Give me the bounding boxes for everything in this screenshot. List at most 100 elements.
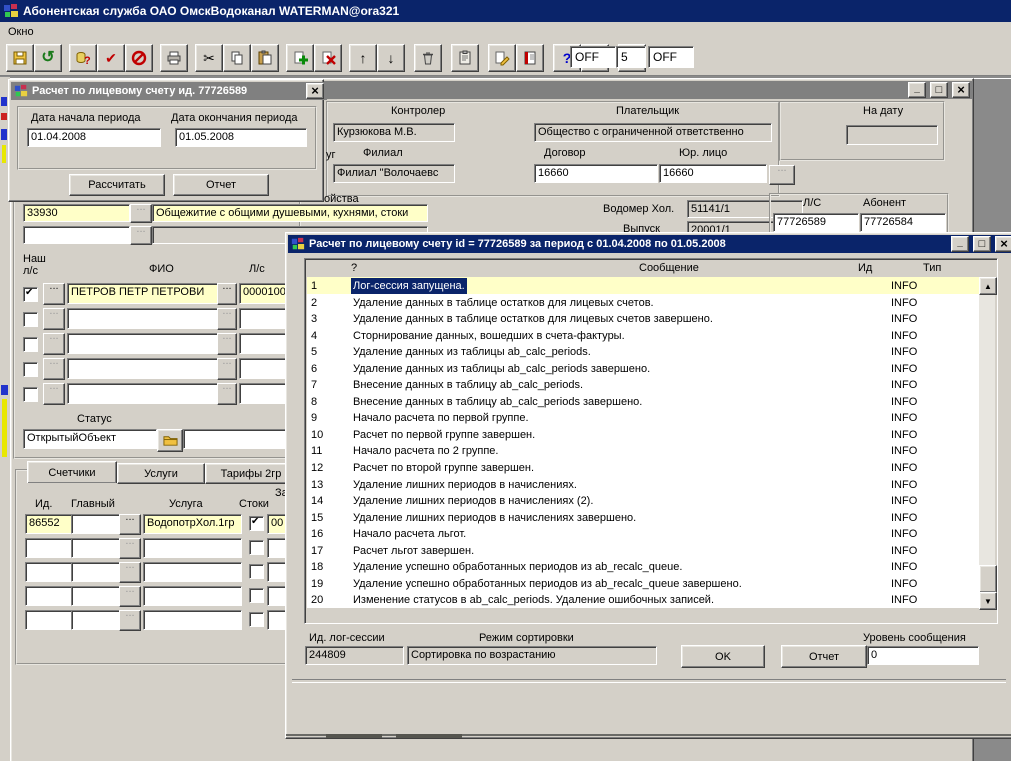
meter-main-field[interactable] bbox=[71, 610, 120, 630]
drains-checkbox[interactable] bbox=[249, 564, 264, 579]
person-fio-field[interactable]: ПЕТРОВ ПЕТР ПЕТРОВИ bbox=[67, 283, 220, 304]
drains-checkbox[interactable] bbox=[249, 516, 264, 531]
cancel-button[interactable] bbox=[125, 44, 153, 72]
on-date-field[interactable] bbox=[846, 125, 938, 145]
entity-field[interactable]: 16660 bbox=[659, 164, 767, 183]
person-lookup-button[interactable] bbox=[43, 308, 65, 330]
delete-record-button[interactable] bbox=[314, 44, 342, 72]
our-ls-checkbox[interactable] bbox=[23, 287, 38, 302]
log-row[interactable]: 7 Внесение данных в таблицу ab_calc_peri… bbox=[307, 376, 979, 393]
column-header-q[interactable]: ? bbox=[351, 262, 357, 274]
person-row[interactable] bbox=[21, 382, 321, 407]
log-row[interactable]: 1 Лог-сессия запущена. INFO bbox=[307, 277, 979, 294]
edit-button[interactable] bbox=[488, 44, 516, 72]
log-close-button[interactable] bbox=[995, 236, 1011, 252]
meter-row[interactable] bbox=[21, 561, 311, 585]
log-scrollbar[interactable]: ▲ ▼ bbox=[979, 277, 995, 608]
log-row[interactable]: 16 Начало расчета льгот. INFO bbox=[307, 525, 979, 542]
scroll-up-button[interactable]: ▲ bbox=[979, 277, 997, 295]
message-level-field[interactable]: 0 bbox=[867, 646, 979, 665]
log-row[interactable]: 12 Расчет по второй группе завершен. INF… bbox=[307, 459, 979, 476]
person-row[interactable]: ПЕТРОВ ПЕТР ПЕТРОВИ 00001006 bbox=[21, 282, 321, 307]
meter-lookup-button[interactable] bbox=[119, 610, 141, 631]
toolbar-off-field-1[interactable]: OFF bbox=[570, 46, 616, 68]
meter-row[interactable]: 86552 ВодопотрХол.1гр 00 bbox=[21, 513, 311, 537]
person-fio-field[interactable] bbox=[67, 308, 220, 329]
tab-meters[interactable]: Счетчики bbox=[27, 461, 117, 483]
meter-main-field[interactable] bbox=[71, 514, 120, 534]
meter-service-field[interactable]: ВодопотрХол.1гр bbox=[143, 514, 242, 534]
object-desc-field[interactable]: Общежитие с общими душевыми, кухнями, ст… bbox=[152, 204, 428, 222]
log-row[interactable]: 20 Изменение статусов в ab_calc_periods.… bbox=[307, 591, 979, 608]
meter-main-field[interactable] bbox=[71, 562, 120, 582]
object-lookup-button-2[interactable] bbox=[130, 226, 152, 245]
menu-window[interactable]: Окно bbox=[8, 26, 34, 38]
person-lookup-button[interactable] bbox=[43, 383, 65, 405]
person-ls-lookup-button[interactable] bbox=[217, 383, 237, 405]
person-ls-lookup-button[interactable] bbox=[217, 283, 237, 305]
person-row[interactable] bbox=[21, 307, 321, 332]
calculate-button[interactable]: Рассчитать bbox=[69, 174, 165, 196]
log-row[interactable]: 9 Начало расчета по первой группе. INFO bbox=[307, 409, 979, 426]
payer-field[interactable]: Общество с ограниченной ответственно bbox=[534, 123, 772, 142]
list-of-values-button[interactable] bbox=[516, 44, 544, 72]
entity-lookup-button[interactable] bbox=[769, 165, 795, 185]
ls-field[interactable]: 77726589 bbox=[773, 213, 859, 232]
our-ls-checkbox[interactable] bbox=[23, 337, 38, 352]
sort-mode-field[interactable]: Сортировка по возрастанию bbox=[407, 646, 657, 665]
meter-service-field[interactable] bbox=[143, 610, 242, 630]
tab-tariffs[interactable]: Тарифы 2гр bbox=[205, 463, 297, 484]
person-lookup-button[interactable] bbox=[43, 283, 65, 305]
person-fio-field[interactable] bbox=[67, 333, 220, 354]
paste-button[interactable] bbox=[251, 44, 279, 72]
column-header-id[interactable]: Ид bbox=[858, 262, 872, 274]
object-lookup-button[interactable] bbox=[130, 204, 152, 223]
previous-record-button[interactable]: ↑ bbox=[349, 44, 377, 72]
log-row[interactable]: 11 Начало расчета по 2 группе. INFO bbox=[307, 442, 979, 459]
minimize-button[interactable] bbox=[908, 82, 926, 98]
clear-record-button[interactable] bbox=[414, 44, 442, 72]
maximize-button[interactable] bbox=[930, 82, 948, 98]
log-row[interactable]: 8 Внесение данных в таблицу ab_calc_peri… bbox=[307, 393, 979, 410]
log-row[interactable]: 14 Удаление лишних периодов в начисления… bbox=[307, 492, 979, 509]
log-row[interactable]: 4 Сторнирование данных, вошедших в счета… bbox=[307, 327, 979, 344]
drains-checkbox[interactable] bbox=[249, 540, 264, 555]
log-row[interactable]: 19 Удаление успешно обработанных периодо… bbox=[307, 575, 979, 592]
log-row[interactable]: 15 Удаление лишних периодов в начисления… bbox=[307, 509, 979, 526]
log-row[interactable]: 13 Удаление лишних периодов в начисления… bbox=[307, 476, 979, 493]
meter-service-field[interactable] bbox=[143, 562, 242, 582]
object-id-field-2[interactable] bbox=[23, 226, 130, 244]
meter-id-field[interactable] bbox=[25, 586, 72, 606]
rollback-button[interactable]: ↺ bbox=[34, 44, 62, 72]
log-row[interactable]: 5 Удаление данных из таблицы ab_calc_per… bbox=[307, 343, 979, 360]
start-date-field[interactable]: 01.04.2008 bbox=[27, 128, 161, 147]
meter-lookup-button[interactable] bbox=[119, 586, 141, 607]
column-header-message[interactable]: Сообщение bbox=[639, 262, 699, 274]
dialog-close-button[interactable] bbox=[306, 83, 324, 99]
session-id-field[interactable]: 244809 bbox=[305, 646, 404, 665]
contract-field[interactable]: 16660 bbox=[534, 164, 658, 183]
abonent-field[interactable]: 77726584 bbox=[860, 213, 946, 232]
clipboard-button[interactable] bbox=[451, 44, 479, 72]
person-fio-field[interactable] bbox=[67, 358, 220, 379]
meter-service-field[interactable] bbox=[143, 586, 242, 606]
meter-id-field[interactable] bbox=[25, 610, 72, 630]
cut-button[interactable]: ✂ bbox=[195, 44, 223, 72]
branch-field[interactable]: Филиал "Волочаевс bbox=[333, 164, 455, 183]
end-date-field[interactable]: 01.05.2008 bbox=[175, 128, 307, 147]
meter-main-field[interactable] bbox=[71, 538, 120, 558]
person-row[interactable] bbox=[21, 357, 321, 382]
our-ls-checkbox[interactable] bbox=[23, 387, 38, 402]
meter-lookup-button[interactable] bbox=[119, 514, 141, 535]
dialog-report-button[interactable]: Отчет bbox=[173, 174, 269, 196]
person-ls-lookup-button[interactable] bbox=[217, 358, 237, 380]
execute-query-button[interactable]: ? bbox=[69, 44, 97, 72]
meter-id-field[interactable] bbox=[25, 538, 72, 558]
log-row[interactable]: 17 Расчет льгот завершен. INFO bbox=[307, 542, 979, 559]
copy-button[interactable] bbox=[223, 44, 251, 72]
log-minimize-button[interactable] bbox=[951, 236, 969, 252]
meter-lookup-button[interactable] bbox=[119, 538, 141, 559]
meter-id-field[interactable] bbox=[25, 562, 72, 582]
person-fio-field[interactable] bbox=[67, 383, 220, 404]
person-ls-lookup-button[interactable] bbox=[217, 333, 237, 355]
